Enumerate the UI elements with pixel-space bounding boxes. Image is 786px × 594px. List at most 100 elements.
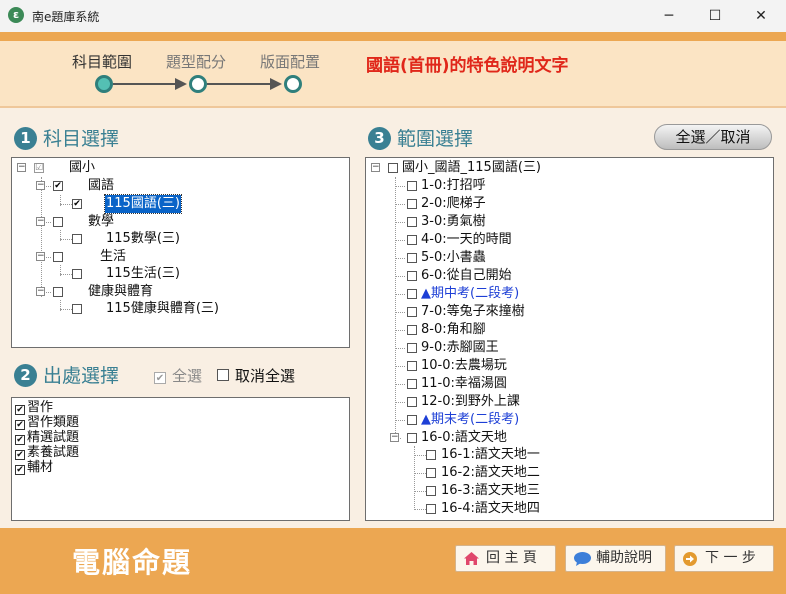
tree-node-math-115[interactable]: 115數學(三) xyxy=(12,230,342,248)
checkbox[interactable]: ✔ xyxy=(15,450,25,460)
checkbox[interactable]: ✔ xyxy=(15,465,25,475)
tree-node-label: 115健康與體育(三) xyxy=(106,301,219,316)
step-dot xyxy=(284,75,302,93)
collapse-icon[interactable]: − xyxy=(371,163,380,172)
source-list[interactable]: ✔ 習作 ✔ 習作類題 ✔ 精選試題 ✔ 素養試題 ✔ 輔材 xyxy=(11,397,350,521)
checkbox[interactable] xyxy=(407,289,417,299)
checkbox[interactable] xyxy=(407,433,417,443)
checkbox[interactable] xyxy=(407,181,417,191)
tree-node-chinese-115[interactable]: ✔ 115國語(三) xyxy=(12,194,342,214)
collapse-icon[interactable]: − xyxy=(36,181,45,190)
checkbox[interactable] xyxy=(407,361,417,371)
brand-title: 電腦命題 xyxy=(72,546,193,579)
range-item-language-corner[interactable]: − 16-0:語文天地 xyxy=(366,429,766,447)
checkbox[interactable] xyxy=(407,379,417,389)
section-range-heading: 3 範圍選擇 xyxy=(368,124,473,151)
checkbox[interactable] xyxy=(407,325,417,335)
checkbox[interactable]: ✔ xyxy=(154,372,166,384)
range-item[interactable]: 4-0:一天的時間 xyxy=(366,231,766,249)
range-item[interactable]: 2-0:爬梯子 xyxy=(366,195,766,213)
source-item-supplementary[interactable]: ✔ 輔材 xyxy=(15,460,53,475)
checkbox[interactable] xyxy=(407,253,417,263)
checkbox[interactable] xyxy=(407,343,417,353)
range-item-final[interactable]: ▲期末考(二段考) xyxy=(366,411,766,429)
checkbox[interactable] xyxy=(426,486,436,496)
tree-node-label: 數學 xyxy=(88,214,115,229)
checkbox[interactable] xyxy=(388,163,398,173)
checkbox[interactable] xyxy=(53,287,63,297)
help-button[interactable]: 輔助說明 xyxy=(565,545,666,572)
range-subitem[interactable]: 16-1:語文天地一 xyxy=(366,446,766,464)
checkbox[interactable]: ✔ xyxy=(15,435,25,445)
range-item[interactable]: 12-0:到野外上課 xyxy=(366,393,766,411)
source-item-workbook[interactable]: ✔ 習作 xyxy=(15,400,53,415)
range-item[interactable]: 9-0:赤腳國王 xyxy=(366,339,766,357)
tree-node-label: 國語 xyxy=(88,178,115,193)
checkbox[interactable]: ✔ xyxy=(72,199,82,209)
collapse-icon[interactable]: − xyxy=(36,252,45,261)
tree-node-life-115[interactable]: 115生活(三) xyxy=(12,265,342,283)
source-item-literacy-questions[interactable]: ✔ 素養試題 xyxy=(15,445,79,460)
range-tree[interactable]: − 國小_國語_115國語(三) 1-0:打招呼 2-0:爬梯子 3-0:勇氣樹… xyxy=(365,157,774,521)
deselect-all-sources-checkbox[interactable]: 取消全選 xyxy=(217,365,295,386)
collapse-icon[interactable]: − xyxy=(36,287,45,296)
checkbox[interactable]: ☑ xyxy=(34,163,44,173)
checkbox[interactable]: ✔ xyxy=(53,181,63,191)
checkbox[interactable] xyxy=(407,271,417,281)
tree-node-life[interactable]: − 生活 xyxy=(12,248,342,266)
checkbox[interactable] xyxy=(72,269,82,279)
checkbox[interactable] xyxy=(426,450,436,460)
select-all-sources-checkbox[interactable]: ✔ 全選 xyxy=(154,365,202,386)
source-item-selected-questions[interactable]: ✔ 精選試題 xyxy=(15,430,79,445)
checkbox[interactable] xyxy=(72,304,82,314)
tree-node-health-pe-115[interactable]: 115健康與體育(三) xyxy=(12,300,342,318)
tree-node-chinese[interactable]: − ✔ 國語 xyxy=(12,177,342,195)
checkbox[interactable] xyxy=(407,397,417,407)
minimize-button[interactable]: ─ xyxy=(646,0,692,32)
checkbox[interactable] xyxy=(72,234,82,244)
checkbox[interactable] xyxy=(426,504,436,514)
checkbox[interactable] xyxy=(407,415,417,425)
source-item-workbook-similar[interactable]: ✔ 習作類題 xyxy=(15,415,79,430)
range-item[interactable]: 11-0:幸福湯圓 xyxy=(366,375,766,393)
range-item[interactable]: 1-0:打招呼 xyxy=(366,177,766,195)
checkbox[interactable] xyxy=(53,252,63,262)
checkbox[interactable] xyxy=(407,235,417,245)
toggle-all-range-button[interactable]: 全選／取消 xyxy=(654,124,772,150)
collapse-icon[interactable]: − xyxy=(17,163,26,172)
range-subitem[interactable]: 16-4:語文天地四 xyxy=(366,500,766,518)
tree-node-math[interactable]: − 數學 xyxy=(12,213,342,231)
range-subitem[interactable]: 16-2:語文天地二 xyxy=(366,464,766,482)
range-item[interactable]: 7-0:等兔子來撞樹 xyxy=(366,303,766,321)
collapse-icon[interactable]: − xyxy=(390,433,399,442)
range-root[interactable]: − 國小_國語_115國語(三) xyxy=(366,159,766,177)
range-item[interactable]: 10-0:去農場玩 xyxy=(366,357,766,375)
section-title: 科目選擇 xyxy=(43,128,120,150)
checkbox[interactable] xyxy=(53,217,63,227)
checkbox[interactable] xyxy=(407,217,417,227)
collapse-icon[interactable]: − xyxy=(36,217,45,226)
close-button[interactable]: ✕ xyxy=(738,0,784,32)
checkbox[interactable] xyxy=(407,307,417,317)
tree-node-label: 健康與體育 xyxy=(88,284,154,299)
range-subitem[interactable]: 16-3:語文天地三 xyxy=(366,482,766,500)
checkbox[interactable] xyxy=(407,199,417,209)
checkbox[interactable]: ✔ xyxy=(15,405,25,415)
range-item[interactable]: 5-0:小書蟲 xyxy=(366,249,766,267)
checkbox[interactable]: ✔ xyxy=(15,420,25,430)
next-step-button[interactable]: 下 一 步 xyxy=(674,545,774,572)
range-item-midterm[interactable]: ▲期中考(二段考) xyxy=(366,285,766,303)
range-item[interactable]: 3-0:勇氣樹 xyxy=(366,213,766,231)
checkbox[interactable] xyxy=(426,468,436,478)
subject-tree[interactable]: − ☑ 國小 − ✔ 國語 ✔ 115國語(三) − 數學 115數學(三) −… xyxy=(11,157,350,348)
chat-bubble-icon xyxy=(574,552,591,566)
range-item[interactable]: 8-0:角和腳 xyxy=(366,321,766,339)
tree-node-health-pe[interactable]: − 健康與體育 xyxy=(12,283,342,301)
range-item-label: 5-0:小書蟲 xyxy=(421,250,486,265)
button-label: 回 主 頁 xyxy=(486,550,537,566)
checkbox[interactable] xyxy=(217,369,229,381)
range-item[interactable]: 6-0:從自己開始 xyxy=(366,267,766,285)
home-button[interactable]: 回 主 頁 xyxy=(455,545,556,572)
maximize-button[interactable]: ☐ xyxy=(692,0,738,32)
tree-node-elementary[interactable]: − ☑ 國小 xyxy=(12,159,342,177)
